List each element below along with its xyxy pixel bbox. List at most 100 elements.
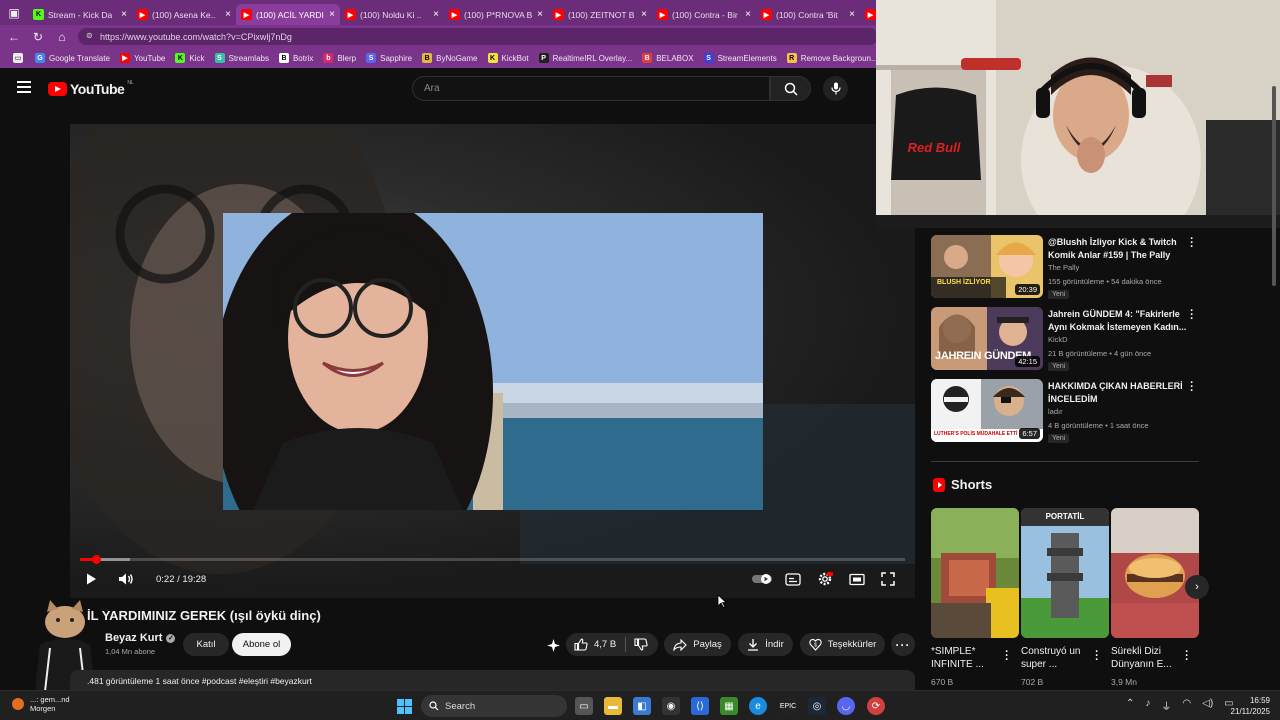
- edge-icon[interactable]: e: [749, 697, 767, 715]
- start-button[interactable]: [395, 697, 413, 715]
- browser-tab[interactable]: ▶ (100) P*RNOVA B ×: [444, 4, 548, 25]
- system-clock[interactable]: 16:59 21/11/2025: [1224, 695, 1270, 717]
- more-vertical-icon[interactable]: · · ·: [1004, 647, 1010, 666]
- recommendation-channel[interactable]: The Pally: [1048, 263, 1079, 272]
- join-button[interactable]: Katıl: [183, 633, 229, 656]
- description-box[interactable]: .481 görüntüleme 1 saat önce #podcast #e…: [70, 670, 915, 690]
- more-vertical-icon[interactable]: · · ·: [1189, 234, 1195, 253]
- theater-mode-button[interactable]: [849, 570, 865, 588]
- autoplay-toggle[interactable]: [751, 570, 773, 588]
- volume-icon[interactable]: ◁): [1202, 698, 1213, 713]
- bookmark-item[interactable]: G Google Translate: [30, 53, 115, 63]
- recommendation-card[interactable]: JAHREIN GÜNDEM 42:15 Jahrein GÜNDEM 4: "…: [931, 306, 1201, 373]
- tab-actions-icon[interactable]: ▣: [0, 0, 28, 25]
- bookmark-item[interactable]: B Botrix: [274, 53, 318, 63]
- task-view-icon[interactable]: ▭: [575, 697, 593, 715]
- share-button[interactable]: Paylaş: [664, 633, 731, 656]
- short-title[interactable]: Construyó un super ...: [1021, 645, 1093, 671]
- play-button[interactable]: [84, 570, 98, 588]
- recommendation-title[interactable]: Jahrein GÜNDEM 4: "Fakirlerle Aynı Kokma…: [1048, 308, 1188, 334]
- like-button[interactable]: 4,7 B: [574, 638, 616, 651]
- short-title[interactable]: *SIMPLE* INFINITE ...: [931, 645, 1003, 671]
- browser-tab[interactable]: ▶ (100) Noldu Ki .. ×: [340, 4, 444, 25]
- close-icon[interactable]: ×: [121, 9, 127, 20]
- short-thumbnail[interactable]: [931, 508, 1019, 638]
- more-vertical-icon[interactable]: · · ·: [1094, 647, 1100, 666]
- youtube-logo[interactable]: YouTube NL: [48, 80, 134, 97]
- back-arrow-icon[interactable]: ←: [2, 30, 26, 44]
- home-icon[interactable]: ⌂: [50, 30, 74, 44]
- browser-tab[interactable]: K Stream - Kick Da ×: [28, 4, 132, 25]
- bookmark-item[interactable]: P RealtimeIRL Overlay...: [534, 53, 638, 63]
- voice-search-button[interactable]: [823, 76, 848, 101]
- close-icon[interactable]: ×: [849, 9, 855, 20]
- bookmark-item[interactable]: S StreamElements: [699, 53, 782, 63]
- bookmark-item[interactable]: R Remove Backgroun...: [782, 53, 883, 63]
- close-icon[interactable]: ×: [537, 9, 543, 20]
- more-vertical-icon[interactable]: · · ·: [1189, 378, 1195, 397]
- more-vertical-icon[interactable]: · · ·: [1184, 647, 1190, 666]
- browser-tab[interactable]: ▶ (100) Asena Ke.. ×: [132, 4, 236, 25]
- more-actions-button[interactable]: ···: [891, 633, 915, 656]
- channel-name[interactable]: Beyaz Kurt ✓: [105, 632, 176, 644]
- minecraft-icon[interactable]: ▦: [720, 697, 738, 715]
- bookmark-item[interactable]: b Blerp: [318, 53, 361, 63]
- microphone-icon[interactable]: ♪: [1145, 698, 1150, 713]
- bookmark-item[interactable]: S Sapphire: [361, 53, 417, 63]
- subtitles-button[interactable]: [785, 570, 801, 588]
- page-scrollbar[interactable]: [1272, 86, 1276, 286]
- browser-tab[interactable]: ▶ (100) ACİL YARDI ×: [236, 4, 340, 25]
- video-thumbnail[interactable]: LUTHER'S POLİS MÜDAHALE ETTİ 6:57: [931, 379, 1043, 442]
- search-input[interactable]: Ara: [412, 76, 770, 101]
- progress-scrubber[interactable]: [91, 555, 101, 564]
- steam-icon[interactable]: ◎: [808, 697, 826, 715]
- bookmarks-menu-icon[interactable]: ▭: [8, 53, 28, 63]
- bookmark-item[interactable]: K Kick: [170, 53, 209, 63]
- settings-button[interactable]: [817, 570, 833, 588]
- progress-bar[interactable]: [80, 555, 905, 564]
- search-button[interactable]: [770, 76, 811, 101]
- chevron-up-icon[interactable]: ⌃: [1126, 698, 1134, 713]
- vscode-icon[interactable]: ⟨⟩: [691, 697, 709, 715]
- app-icon[interactable]: ⟳: [867, 697, 885, 715]
- short-title[interactable]: Sürekli Dizi Dünyanın E...: [1111, 645, 1183, 671]
- bookmark-item[interactable]: B ByNoGame: [417, 53, 482, 63]
- close-icon[interactable]: ×: [745, 9, 751, 20]
- thanks-button[interactable]: $ Teşekkürler: [800, 633, 885, 656]
- short-thumbnail[interactable]: PORTATİL: [1021, 508, 1109, 638]
- video-player[interactable]: 0:22 / 19:28: [70, 124, 915, 598]
- fullscreen-button[interactable]: [881, 570, 895, 588]
- recommendation-card[interactable]: BLUSH İZLİYOR 20:39 @Blushh İzliyor Kick…: [931, 234, 1201, 301]
- recommendation-channel[interactable]: ladır: [1048, 407, 1063, 416]
- reload-icon[interactable]: ↻: [26, 30, 50, 44]
- video-thumbnail[interactable]: JAHREIN GÜNDEM 42:15: [931, 307, 1043, 370]
- subscribe-button[interactable]: Abone ol: [232, 633, 291, 656]
- download-button[interactable]: İndir: [738, 633, 793, 656]
- close-icon[interactable]: ×: [433, 9, 439, 20]
- recommendation-channel[interactable]: KickD: [1048, 335, 1068, 344]
- bookmark-item[interactable]: B BELABOX: [637, 53, 698, 63]
- browser-tab[interactable]: ▶ (100) Contra 'Bit ×: [756, 4, 860, 25]
- dislike-button[interactable]: [634, 638, 648, 654]
- bookmark-item[interactable]: K KickBot: [483, 53, 534, 63]
- discord-icon[interactable]: ◡: [837, 697, 855, 715]
- volume-button[interactable]: [118, 570, 134, 588]
- epic-games-icon[interactable]: EPIC: [779, 697, 797, 715]
- bookmark-item[interactable]: ▶ YouTube: [115, 53, 170, 63]
- bookmark-item[interactable]: S Streamlabs: [210, 53, 274, 63]
- close-icon[interactable]: ×: [225, 9, 231, 20]
- close-icon[interactable]: ×: [329, 9, 335, 20]
- more-vertical-icon[interactable]: · · ·: [1189, 306, 1195, 325]
- weather-widget[interactable]: ...: gem...nd Morgen: [12, 695, 70, 713]
- url-field[interactable]: ⊜ https://www.youtube.com/watch?v=CPixwl…: [78, 28, 878, 45]
- close-icon[interactable]: ×: [641, 9, 647, 20]
- usb-icon[interactable]: ⏚: [1161, 698, 1171, 713]
- wifi-icon[interactable]: ◠: [1182, 698, 1191, 713]
- video-thumbnail[interactable]: BLUSH İZLİYOR 20:39: [931, 235, 1043, 298]
- shorts-next-button[interactable]: ›: [1185, 575, 1209, 599]
- browser-tab[interactable]: ▶ (100) ZEITNOT B ×: [548, 4, 652, 25]
- browser-tab[interactable]: ▶ (100) Contra - Bir ×: [652, 4, 756, 25]
- recommendation-title[interactable]: @Blushh İzliyor Kick & Twitch Komik Anla…: [1048, 236, 1188, 262]
- store-icon[interactable]: ◧: [633, 697, 651, 715]
- file-explorer-icon[interactable]: ▬: [604, 697, 622, 715]
